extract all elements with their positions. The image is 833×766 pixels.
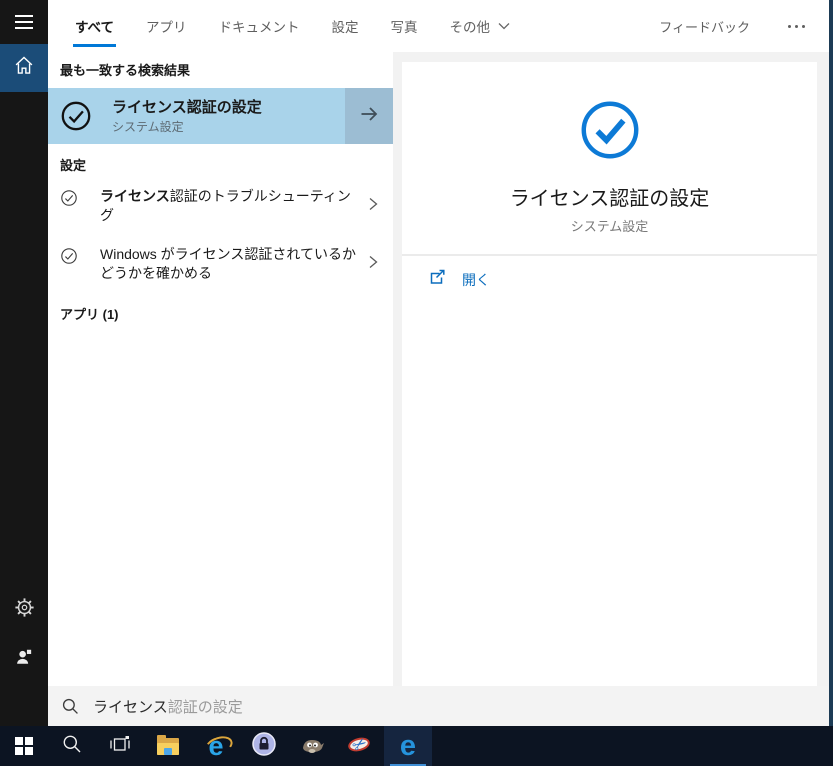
tab-documents[interactable]: ドキュメント: [219, 0, 300, 52]
tab-settings[interactable]: 設定: [332, 0, 359, 52]
search-typed-text: ライセンス: [93, 698, 168, 716]
search-input[interactable]: ライセンス認証の設定: [48, 686, 829, 726]
desktop-background-edge: [829, 0, 833, 726]
tab-more[interactable]: その他: [450, 0, 512, 52]
checkmark-circle-icon: [578, 98, 642, 162]
gimp-icon: [299, 732, 325, 761]
preview-column: ライセンス認証の設定 システム設定 開く: [402, 52, 817, 686]
taskbar: e ✂ e: [0, 726, 833, 766]
file-explorer-icon: [157, 734, 179, 755]
search-results-content: 最も一致する検索結果 ライセンス認証の設定 システム設定 設定 ライセンス認証の…: [48, 52, 829, 686]
keepass-lock-icon: [251, 731, 277, 762]
user-icon: [13, 645, 35, 672]
task-view-button[interactable]: [96, 726, 144, 766]
results-panel: 最も一致する検索結果 ライセンス認証の設定 システム設定 設定 ライセンス認証の…: [48, 52, 393, 686]
preview-subtitle: システム設定: [570, 219, 649, 234]
sidebar-settings-button[interactable]: [0, 586, 48, 634]
windows-logo-icon: [15, 737, 33, 755]
snipping-app-icon: ✂: [346, 732, 372, 757]
task-view-icon: [108, 732, 132, 761]
gear-icon: [13, 596, 36, 624]
search-icon: [61, 733, 83, 760]
preview-card-top: ライセンス認証の設定 システム設定: [402, 62, 817, 256]
open-button[interactable]: 開く: [402, 256, 817, 304]
chevron-right-icon: [367, 252, 379, 277]
more-options-button[interactable]: [786, 19, 807, 34]
filter-tabs: すべて アプリ ドキュメント 設定 写真 その他: [72, 0, 512, 52]
preview-title: ライセンス認証の設定: [509, 188, 710, 210]
settings-group-label: 設定: [60, 158, 87, 173]
tab-apps[interactable]: アプリ: [146, 0, 187, 52]
best-match-result[interactable]: ライセンス認証の設定 システム設定: [48, 88, 393, 144]
search-main-area: すべて アプリ ドキュメント 設定 写真 その他 フィードバック 最も一致する検…: [48, 0, 829, 726]
edge-icon: e: [399, 729, 417, 762]
apps-group-label: アプリ (1): [60, 307, 119, 322]
open-button-label: 開く: [462, 272, 490, 288]
open-external-icon: [428, 268, 447, 292]
result-activation-troubleshooting[interactable]: ライセンス認証のトラブルシューティング: [48, 177, 393, 235]
search-icon: [61, 697, 80, 716]
arrow-right-icon: [357, 102, 381, 131]
keepass-button[interactable]: [240, 726, 288, 766]
home-icon: [11, 53, 37, 84]
tab-all[interactable]: すべて: [72, 0, 117, 52]
internet-explorer-icon: e: [208, 730, 224, 761]
preview-card: ライセンス認証の設定 システム設定 開く: [402, 62, 817, 686]
search-filter-header: すべて アプリ ドキュメント 設定 写真 その他 フィードバック: [48, 0, 829, 52]
checkmark-circle-icon: [60, 100, 92, 132]
best-match-subtitle: システム設定: [112, 119, 184, 134]
edge-button[interactable]: e: [384, 726, 432, 766]
windows-search-flyout: すべて アプリ ドキュメント 設定 写真 その他 フィードバック 最も一致する検…: [0, 0, 833, 766]
feedback-link[interactable]: フィードバック: [659, 17, 750, 36]
sidebar-item-home[interactable]: [0, 44, 48, 92]
sidebar-user-button[interactable]: [0, 634, 48, 682]
tab-photos[interactable]: 写真: [391, 0, 418, 52]
search-suggestion-text: 認証の設定: [167, 698, 243, 716]
result-check-windows-activated[interactable]: Windows がライセンス認証されているかどうかを確かめる: [48, 235, 393, 293]
panel-divider-gap: [393, 52, 402, 686]
chevron-right-icon: [367, 194, 379, 219]
best-match-section-label: 最も一致する検索結果: [60, 63, 191, 78]
gimp-button[interactable]: [288, 726, 336, 766]
internet-explorer-button[interactable]: e: [192, 726, 240, 766]
search-sidebar-rail: [0, 0, 48, 726]
snipping-app-button[interactable]: ✂: [336, 726, 384, 766]
hamburger-button[interactable]: [0, 0, 48, 44]
best-match-title: ライセンス認証の設定: [112, 98, 262, 116]
start-button[interactable]: [0, 726, 48, 766]
taskbar-search-button[interactable]: [48, 726, 96, 766]
checkmark-circle-icon: [60, 247, 78, 265]
expand-preview-button[interactable]: [345, 88, 393, 144]
checkmark-circle-icon: [60, 189, 78, 207]
chevron-down-icon: [497, 21, 511, 31]
file-explorer-button[interactable]: [144, 726, 192, 766]
hamburger-icon: [15, 15, 33, 29]
